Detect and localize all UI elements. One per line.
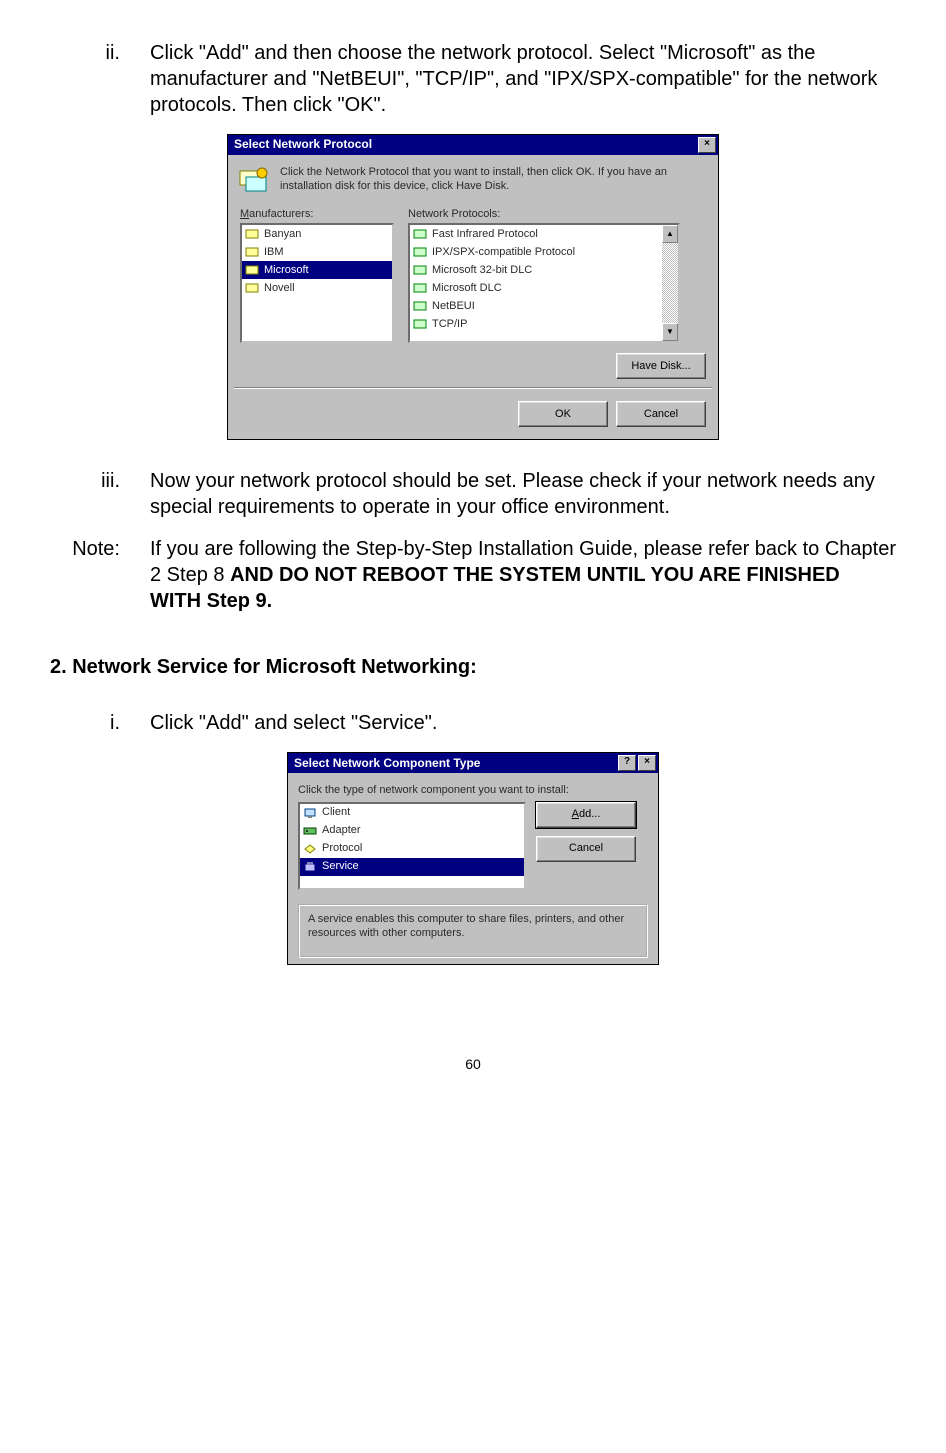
select-network-protocol-dialog: Select Network Protocol × Click the Netw… <box>227 134 719 440</box>
scroll-down-icon[interactable]: ▼ <box>662 323 678 341</box>
list-item[interactable]: Fast Infrared Protocol <box>410 225 678 243</box>
manufacturers-list[interactable]: Banyan IBM Microsoft Novell <box>240 223 394 343</box>
page-number: 60 <box>50 1055 896 1073</box>
list-item[interactable]: Microsoft 32-bit DLC <box>410 261 678 279</box>
list-item[interactable]: Microsoft DLC <box>410 279 678 297</box>
note-text: If you are following the Step-by-Step In… <box>150 536 896 614</box>
vendor-icon <box>244 263 260 277</box>
step-iii-text: Now your network protocol should be set.… <box>150 468 896 520</box>
protocol-icon <box>412 299 428 313</box>
vendor-icon <box>244 281 260 295</box>
list-item[interactable]: Novell <box>242 279 392 297</box>
section-heading-2: 2. Network Service for Microsoft Network… <box>50 654 896 680</box>
list-item[interactable]: IPX/SPX-compatible Protocol <box>410 243 678 261</box>
list-item[interactable]: Adapter <box>300 822 524 840</box>
dialog2-titlebar: Select Network Component Type ? × <box>288 753 658 773</box>
scrollbar[interactable]: ▲ ▼ <box>662 225 678 341</box>
dialog1-instruction: Click the Network Protocol that you want… <box>280 165 708 194</box>
dialog2-title: Select Network Component Type <box>294 756 480 772</box>
ok-button[interactable]: OK <box>518 401 608 427</box>
component-type-list[interactable]: Client Adapter Protocol Service <box>298 802 526 890</box>
list-item[interactable]: TCP/IP <box>410 315 678 333</box>
list-item[interactable]: Client <box>300 804 524 822</box>
dialog1-titlebar: Select Network Protocol × <box>228 135 718 155</box>
scroll-track[interactable] <box>662 243 678 323</box>
cancel-button[interactable]: Cancel <box>536 836 636 862</box>
dialog1-title: Select Network Protocol <box>234 137 372 153</box>
have-disk-button[interactable]: Have Disk... <box>616 353 706 379</box>
step-ii-text: Click "Add" and then choose the network … <box>150 40 896 118</box>
divider <box>234 387 712 389</box>
step-iii-marker: iii. <box>50 468 150 520</box>
adapter-icon <box>302 824 318 838</box>
protocol-icon <box>412 245 428 259</box>
protocol-icon <box>412 317 428 331</box>
vendor-icon <box>244 245 260 259</box>
protocol-wizard-icon <box>238 165 270 197</box>
list-item[interactable]: NetBEUI <box>410 297 678 315</box>
protocol-icon <box>412 263 428 277</box>
list-item[interactable]: Banyan <box>242 225 392 243</box>
step-i-text: Click "Add" and select "Service". <box>150 710 896 736</box>
note-marker: Note: <box>50 536 150 614</box>
close-icon[interactable]: × <box>638 755 656 771</box>
protocols-list[interactable]: Fast Infrared Protocol IPX/SPX-compatibl… <box>408 223 680 343</box>
select-network-component-dialog: Select Network Component Type ? × Click … <box>287 752 659 964</box>
step-ii-marker: ii. <box>50 40 150 118</box>
dialog2-description: A service enables this computer to share… <box>298 904 648 958</box>
protocol-icon <box>302 842 318 856</box>
protocol-icon <box>412 281 428 295</box>
service-icon <box>302 860 318 874</box>
protocol-icon <box>412 227 428 241</box>
close-icon[interactable]: × <box>698 137 716 153</box>
help-icon[interactable]: ? <box>618 755 636 771</box>
list-item-selected[interactable]: Microsoft <box>242 261 392 279</box>
step-i-marker: i. <box>50 710 150 736</box>
client-icon <box>302 806 318 820</box>
manufacturers-label: Manufacturers: <box>240 207 394 221</box>
scroll-up-icon[interactable]: ▲ <box>662 225 678 243</box>
list-item-selected[interactable]: Service <box>300 858 524 876</box>
list-item[interactable]: Protocol <box>300 840 524 858</box>
dialog2-prompt: Click the type of network component you … <box>298 783 648 797</box>
protocols-label: Network Protocols: <box>408 207 680 221</box>
vendor-icon <box>244 227 260 241</box>
cancel-button[interactable]: Cancel <box>616 401 706 427</box>
add-button[interactable]: Add... <box>536 802 636 828</box>
list-item[interactable]: IBM <box>242 243 392 261</box>
